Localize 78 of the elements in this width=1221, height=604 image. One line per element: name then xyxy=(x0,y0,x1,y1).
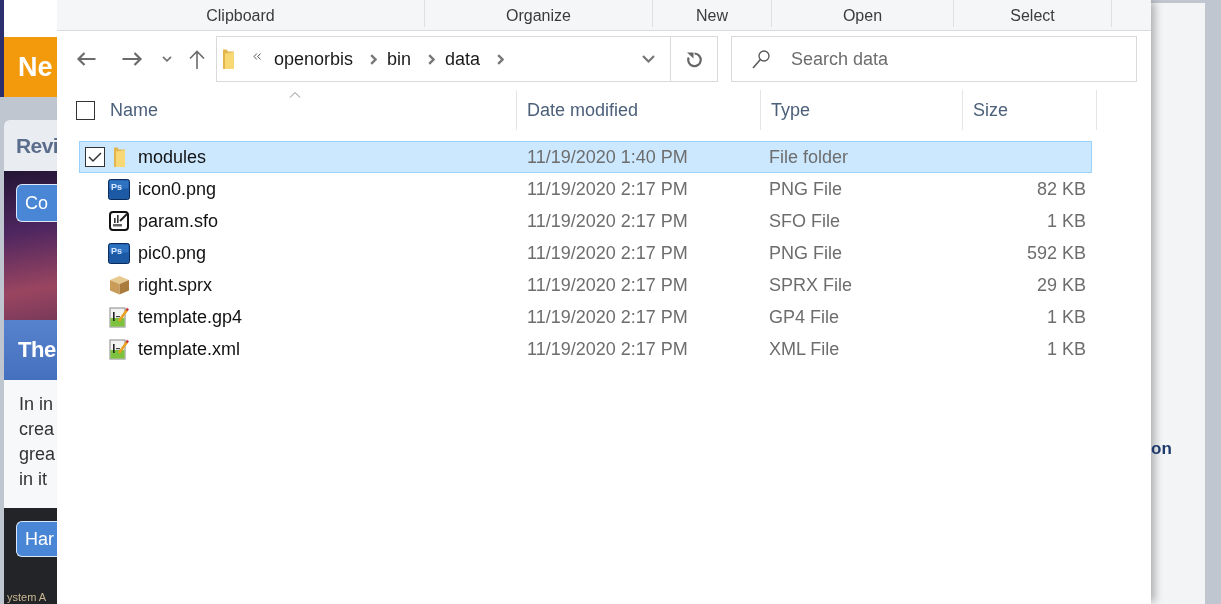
row-checkbox[interactable] xyxy=(85,147,105,167)
file-date: 11/19/2020 2:17 PM xyxy=(527,242,688,263)
up-arrow-icon[interactable] xyxy=(189,49,205,69)
caret-up-icon xyxy=(289,91,301,98)
file-type: File folder xyxy=(769,146,849,167)
file-row[interactable]: param.sfo 11/19/2020 2:17 PM SFO File 1 KB xyxy=(79,205,1092,237)
notepad-icon xyxy=(109,338,129,360)
file-row[interactable]: modules 11/19/2020 1:40 PM File folder xyxy=(79,141,1092,173)
breadcrumb[interactable]: bin xyxy=(387,48,412,70)
file-name: param.sfo xyxy=(138,210,219,232)
file-size: 29 KB xyxy=(1036,274,1086,295)
double-chevron-icon[interactable] xyxy=(253,52,261,60)
cardboard-box-icon xyxy=(108,275,130,295)
chevron-down-icon[interactable] xyxy=(162,56,172,62)
tag-button[interactable]: Co xyxy=(16,184,57,222)
chevron-right-icon[interactable] xyxy=(370,53,378,65)
ribbon-group-label: Organize xyxy=(506,6,571,26)
file-type: XML File xyxy=(769,338,840,359)
file-size: 1 KB xyxy=(1046,338,1086,359)
file-row[interactable]: template.xml 11/19/2020 2:17 PM XML File 1 KB xyxy=(79,333,1092,365)
folder-icon xyxy=(113,147,125,167)
file-name: template.gp4 xyxy=(138,306,243,328)
ribbon-group-label: New xyxy=(696,6,728,26)
tag-button[interactable]: Har xyxy=(16,521,57,557)
column-header[interactable]: Size xyxy=(973,99,1008,121)
ribbon-group-label: Select xyxy=(1010,6,1055,26)
right-arrow-icon[interactable] xyxy=(122,52,143,66)
file-name: icon0.png xyxy=(138,178,217,200)
heading-fragment: on xyxy=(1151,439,1172,459)
chevron-right-icon[interactable] xyxy=(497,53,505,65)
file-date: 11/19/2020 1:40 PM xyxy=(527,146,688,167)
chevron-right-icon[interactable] xyxy=(428,53,436,65)
column-header[interactable]: Date modified xyxy=(527,99,639,121)
article-title: The xyxy=(4,320,57,380)
left-arrow-icon[interactable] xyxy=(76,52,96,66)
file-type: SPRX File xyxy=(769,274,853,295)
file-date: 11/19/2020 2:17 PM xyxy=(527,210,688,231)
file-name: right.sprx xyxy=(138,274,213,296)
file-name: modules xyxy=(138,146,207,168)
footer-text: ystem A xyxy=(7,591,47,604)
banner: Ne xyxy=(0,37,57,97)
file-name: template.xml xyxy=(138,338,241,360)
file-type: PNG File xyxy=(769,178,842,199)
file-size: 82 KB xyxy=(1036,178,1086,199)
file-row[interactable]: Ps pic0.png 11/19/2020 2:17 PM PNG File 592 KB xyxy=(79,237,1092,269)
file-date: 11/19/2020 2:17 PM xyxy=(527,306,688,327)
file-name: pic0.png xyxy=(138,242,207,264)
breadcrumb[interactable]: openorbis xyxy=(274,48,354,70)
file-type: PNG File xyxy=(769,242,842,263)
address-bar[interactable]: openorbis bin data xyxy=(216,36,718,82)
ps-badge-icon: Ps xyxy=(108,178,130,200)
refresh-icon[interactable] xyxy=(685,50,703,68)
file-date: 11/19/2020 2:17 PM xyxy=(527,274,688,295)
notepad-icon xyxy=(109,306,129,328)
column-header[interactable]: Name xyxy=(110,99,158,121)
ps-badge-icon: Ps xyxy=(108,242,130,264)
ribbon-group-label: Open xyxy=(842,6,883,26)
file-size: 1 KB xyxy=(1046,306,1086,327)
folder-icon xyxy=(223,49,234,69)
file-date: 11/19/2020 2:17 PM xyxy=(527,338,688,359)
column-header[interactable]: Type xyxy=(771,99,811,121)
file-row[interactable]: template.gp4 11/19/2020 2:17 PM GP4 File 1 KB xyxy=(79,301,1092,333)
chevron-down-icon[interactable] xyxy=(642,55,655,63)
search-icon xyxy=(752,50,770,69)
file-size: 1 KB xyxy=(1046,210,1086,231)
file-type: SFO File xyxy=(769,210,840,231)
file-size: 592 KB xyxy=(1026,242,1086,263)
breadcrumb[interactable]: data xyxy=(445,48,481,70)
file-type: GP4 File xyxy=(769,306,840,327)
article-excerpt: In in crea grea in it xyxy=(4,380,57,508)
file-row[interactable]: Ps icon0.png 11/19/2020 2:17 PM PNG File 82 KB xyxy=(79,173,1092,205)
file-row[interactable]: right.sprx 11/19/2020 2:17 PM SPRX File 29 KB xyxy=(79,269,1092,301)
search-field[interactable]: Search data xyxy=(731,36,1137,82)
select-all-checkbox[interactable] xyxy=(76,100,95,120)
file-date: 11/19/2020 2:17 PM xyxy=(527,178,688,199)
ribbon-group-label: Clipboard xyxy=(206,6,275,26)
card-heading: Revi xyxy=(4,120,57,171)
document-pen-icon xyxy=(109,211,129,231)
